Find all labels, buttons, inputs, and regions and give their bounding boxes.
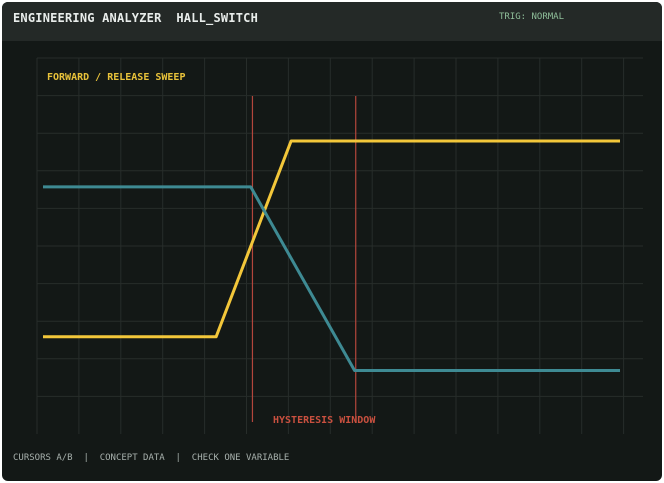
title-bar: ENGINEERING ANALYZER HALL_SWITCH TRIG: N…	[2, 2, 662, 41]
app-title: ENGINEERING ANALYZER HALL_SWITCH	[13, 11, 259, 25]
status-bar: CURSORS A/B | CONCEPT DATA | CHECK ONE V…	[13, 453, 290, 463]
cursor-lines	[251, 96, 357, 422]
traces	[43, 139, 620, 372]
hysteresis-window-label: HYSTERESIS WINDOW	[273, 415, 376, 426]
analyzer-window: ENGINEERING ANALYZER HALL_SWITCH TRIG: N…	[2, 2, 662, 481]
sweep-plot[interactable]: FORWARD / RELEASE SWEEP HYSTERESIS WINDO…	[2, 41, 662, 449]
chart-title: FORWARD / RELEASE SWEEP	[47, 72, 185, 83]
release-trace	[43, 185, 620, 372]
trigger-status[interactable]: TRIG: NORMAL	[499, 12, 564, 22]
plot-grid	[36, 57, 643, 434]
